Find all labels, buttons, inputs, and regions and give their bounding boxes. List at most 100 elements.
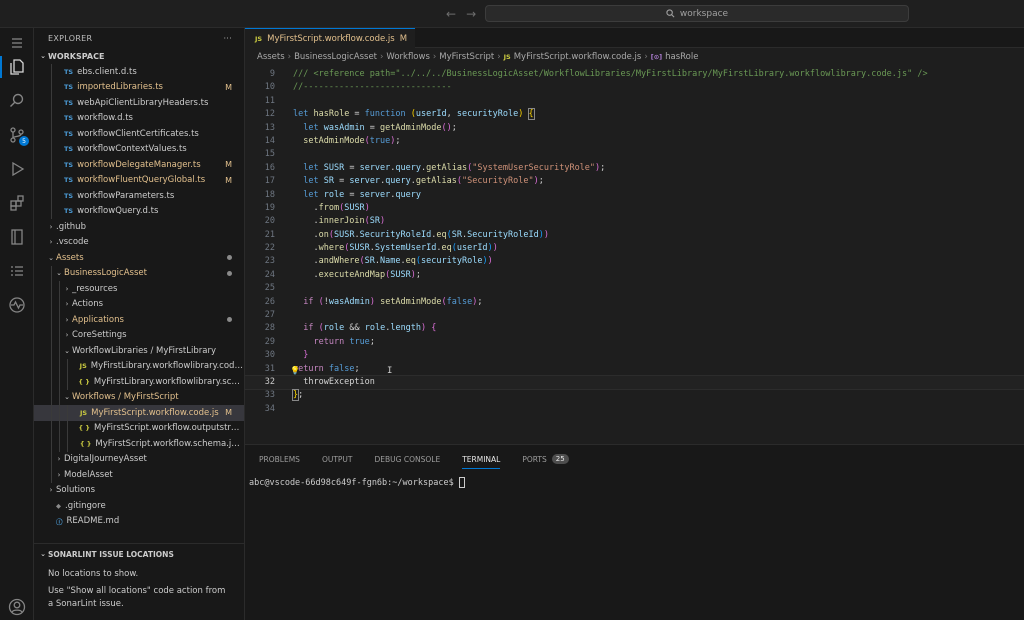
tree-file[interactable]: TS ebs.client.d.ts <box>34 64 244 80</box>
code-text: .from(SUSR) <box>293 202 370 213</box>
tree-file[interactable]: TS webApiClientLibraryHeaders.ts <box>34 95 244 111</box>
search-view-icon[interactable] <box>0 86 34 116</box>
breadcrumb-item[interactable]: hasRole <box>665 52 698 62</box>
run-debug-icon[interactable] <box>0 154 34 184</box>
source-control-icon[interactable]: 5 <box>0 120 34 150</box>
tree-folder[interactable]: › Applications <box>34 312 244 328</box>
panel-tab-debug-console[interactable]: DEBUG CONSOLE <box>375 445 441 473</box>
panel-tab-terminal[interactable]: TERMINAL <box>462 445 501 473</box>
tree-file[interactable]: JS MyFirstLibrary.workflowlibrary.code.js <box>34 358 244 374</box>
code-line[interactable]: 9 /// <reference path="../../../BusinessL… <box>245 68 1024 81</box>
chevron-right-icon: › <box>432 52 437 62</box>
line-number: 25 <box>264 283 275 294</box>
code-line[interactable]: 21 .on(SUSR.SecurityRoleId.eq(SR.Securit… <box>245 229 1024 242</box>
code-line[interactable]: 17 let SR = server.query.getAlias("Secur… <box>245 175 1024 188</box>
code-line[interactable]: 14 setAdminMode(true); <box>245 135 1024 148</box>
workspace-section[interactable]: ⌄ WORKSPACE <box>34 48 244 64</box>
code-line[interactable]: 13 let wasAdmin = getAdminMode(); <box>245 122 1024 135</box>
code-line[interactable]: 18 let role = server.query <box>245 189 1024 202</box>
code-editor[interactable]: 9 /// <reference path="../../../BusinessL… <box>244 68 1024 444</box>
forward-arrow-icon[interactable]: → <box>466 7 476 21</box>
tab-label: MyFirstScript.workflow.code.js <box>267 33 395 44</box>
code-line[interactable]: 26 if (!wasAdmin) setAdminMode(false); <box>245 296 1024 309</box>
panel-tab-label: PORTS <box>522 454 547 464</box>
tree-file[interactable]: TS workflowQuery.d.ts <box>34 203 244 219</box>
code-line[interactable]: 11 <box>245 95 1024 108</box>
code-text: .on(SUSR.SecurityRoleId.eq(SR.SecurityRo… <box>293 229 550 240</box>
tree-file[interactable]: TS workflowParameters.ts <box>34 188 244 204</box>
sonarlint-header[interactable]: ⌄ SONARLINT ISSUE LOCATIONS <box>34 544 244 564</box>
breadcrumb-item[interactable]: BusinessLogicAsset <box>294 52 377 62</box>
tree-file[interactable]: TS workflowClientCertificates.ts <box>34 126 244 142</box>
tree-folder[interactable]: › _resources <box>34 281 244 297</box>
code-line[interactable]: 32 throwException <box>244 374 1024 391</box>
tree-file[interactable]: { } MyFirstScript.workflow.schema.json <box>34 436 244 452</box>
panel-tab-output[interactable]: OUTPUT <box>322 445 353 473</box>
list-icon[interactable] <box>0 256 34 286</box>
pulse-icon[interactable] <box>0 290 34 320</box>
tree-file[interactable]: TS workflowFluentQueryGlobal.ts M <box>34 172 244 188</box>
code-line[interactable]: 33}; <box>245 389 1024 402</box>
command-center-search[interactable]: workspace <box>485 5 909 22</box>
tree-folder[interactable]: › DigitalJourneyAsset <box>34 451 244 467</box>
code-line[interactable]: 29 return true; <box>245 336 1024 349</box>
sonarlint-hint-text: Use "Show all locations" code action fro… <box>48 586 226 609</box>
tree-folder[interactable]: › .vscode <box>34 235 244 251</box>
tree-file[interactable]: TS workflowDelegateManager.ts M <box>34 157 244 173</box>
code-line[interactable]: 20 .innerJoin(SR) <box>245 215 1024 228</box>
code-line[interactable]: 12 let hasRole = function (userId, securi… <box>245 108 1024 121</box>
explorer-icon[interactable] <box>0 52 34 82</box>
more-actions-icon[interactable]: ··· <box>223 34 232 43</box>
code-line[interactable]: 28 if (role && role.length) { <box>245 322 1024 335</box>
code-line[interactable]: 27 <box>245 309 1024 322</box>
tree-folder[interactable]: › Solutions <box>34 483 244 499</box>
book-icon[interactable] <box>0 222 34 252</box>
tree-file[interactable]: TS workflow.d.ts <box>34 110 244 126</box>
extensions-icon[interactable] <box>0 188 34 218</box>
terminal[interactable]: abc@vscode-66d98c649f-fgn6b:~/workspace$ <box>245 473 1024 488</box>
tree-file[interactable]: JS MyFirstScript.workflow.code.js M <box>34 405 244 421</box>
tree-folder[interactable]: › ModelAsset <box>34 467 244 483</box>
tree-file[interactable]: TS importedLibraries.ts M <box>34 79 244 95</box>
tree-file[interactable]: TS workflowContextValues.ts <box>34 141 244 157</box>
code-line[interactable]: 31 return false; 💡 I <box>245 363 1024 376</box>
tree-folder[interactable]: ⌄ Assets <box>34 250 244 266</box>
code-line[interactable]: 30 } <box>245 349 1024 362</box>
tree-file[interactable]: { }MyFirstLibrary.workflowlibrary.schema… <box>34 374 244 390</box>
chevron-right-icon: › <box>380 52 384 62</box>
tree-folder[interactable]: ⌄ WorkflowLibraries / MyFirstLibrary <box>34 343 244 359</box>
editor-tab-active[interactable]: JS MyFirstScript.workflow.code.js M <box>245 28 416 48</box>
indent-guide <box>51 327 52 343</box>
lightbulb-icon[interactable]: 💡 <box>290 364 300 377</box>
code-line[interactable]: 22 .where(SUSR.SystemUserId.eq(userId)) <box>245 242 1024 255</box>
panel-tab-problems[interactable]: PROBLEMS <box>259 445 300 473</box>
account-icon[interactable] <box>0 592 34 620</box>
breadcrumb-item[interactable]: Workflows <box>386 52 429 62</box>
code-text: return false; <box>293 363 360 374</box>
tree-folder[interactable]: › CoreSettings <box>34 327 244 343</box>
line-number: 30 <box>264 350 275 361</box>
tree-folder[interactable]: › Actions <box>34 296 244 312</box>
code-line[interactable]: 15 <box>245 148 1024 161</box>
code-line[interactable]: 10 //----------------------------- <box>245 81 1024 94</box>
code-line[interactable]: 25 <box>245 282 1024 295</box>
tree-file[interactable]: ◆ .gitingore <box>34 498 244 514</box>
chevron-right-icon: › <box>65 300 69 309</box>
tree-file[interactable]: ⓘ README.md <box>34 514 244 530</box>
code-line[interactable]: 34 <box>245 403 1024 416</box>
tree-folder[interactable]: ⌄ BusinessLogicAsset <box>34 265 244 281</box>
code-line[interactable]: 16 let SUSR = server.query.getAlias("Sys… <box>245 162 1024 175</box>
breadcrumb-item[interactable]: MyFirstScript <box>439 52 494 62</box>
tree-folder[interactable]: ⌄ Workflows / MyFirstScript <box>34 389 244 405</box>
tree-item-label: ModelAsset <box>64 469 113 480</box>
panel-tab-ports[interactable]: PORTS 25 <box>522 445 569 473</box>
breadcrumb-item[interactable]: MyFirstScript.workflow.code.js <box>514 52 642 62</box>
code-line[interactable]: 24 .executeAndMap(SUSR); <box>245 269 1024 282</box>
tree-file[interactable]: { } MyFirstScript.workflow.outputstructur… <box>34 420 244 436</box>
breadcrumb-item[interactable]: Assets <box>257 52 285 62</box>
code-line[interactable]: 23 .andWhere(SR.Name.eq(securityRole)) <box>245 255 1024 268</box>
code-line[interactable]: 19 .from(SUSR) <box>245 202 1024 215</box>
back-arrow-icon[interactable]: ← <box>446 7 456 21</box>
tree-folder[interactable]: › .github <box>34 219 244 235</box>
line-number: 33 <box>264 390 275 401</box>
